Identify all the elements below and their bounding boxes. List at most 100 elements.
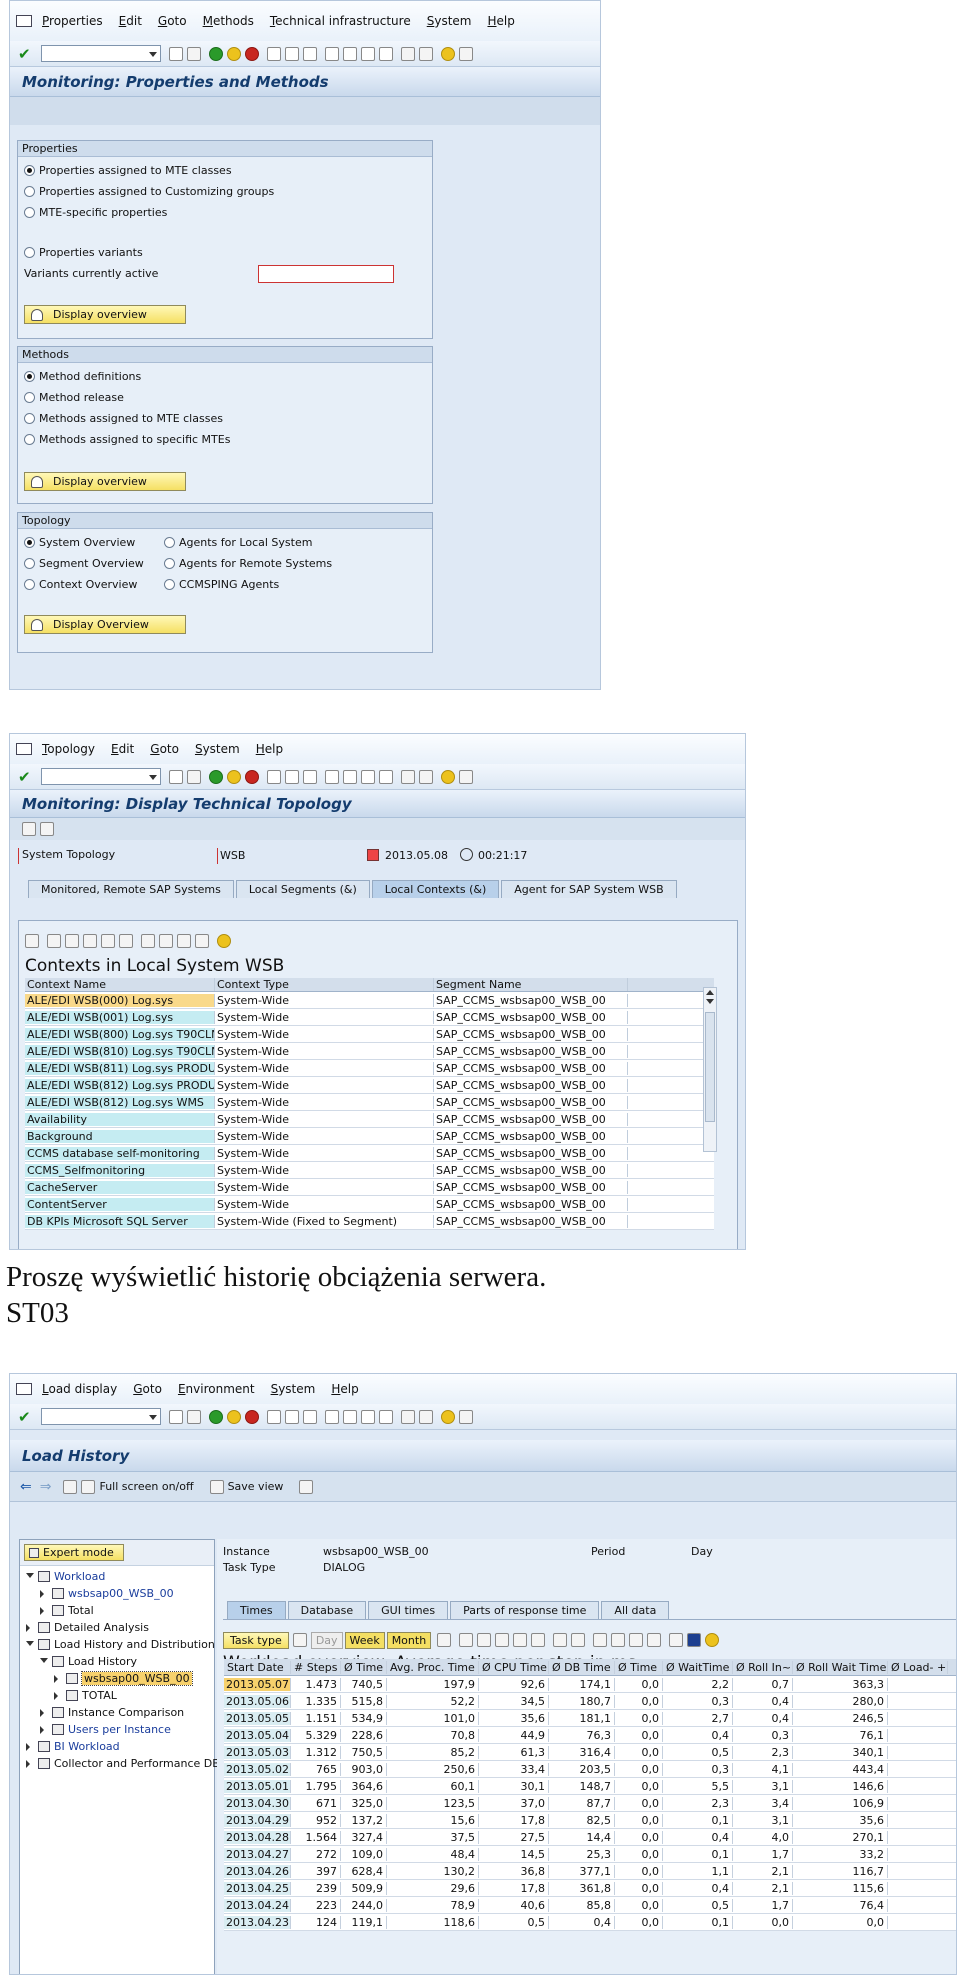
table-cell[interactable]: 0,0: [615, 1728, 663, 1742]
table-cell[interactable]: SAP_CCMS_wsbsap00_WSB_00: [434, 1112, 628, 1126]
table-cell[interactable]: System-Wide: [215, 1027, 434, 1041]
table-cell[interactable]: 197,9: [387, 1677, 479, 1691]
table-cell[interactable]: SAP_CCMS_wsbsap00_WSB_00: [434, 1129, 628, 1143]
table-cell[interactable]: 2,2: [663, 1677, 733, 1691]
table-cell[interactable]: 203,5: [549, 1762, 615, 1776]
table-cell[interactable]: 246,5: [793, 1711, 888, 1725]
col-start-date[interactable]: Start Date: [224, 1660, 291, 1674]
table-cell[interactable]: ALE/EDI WSB(001) Log.sys: [25, 1010, 215, 1024]
table-cell[interactable]: System-Wide: [215, 1061, 434, 1075]
table-cell[interactable]: 3,4: [733, 1796, 793, 1810]
save-view-button[interactable]: Save view: [228, 1480, 284, 1493]
table-cell[interactable]: 0,3: [733, 1728, 793, 1742]
tab-all-data[interactable]: All data: [601, 1601, 670, 1619]
vertical-scrollbar[interactable]: [703, 987, 717, 1152]
back-green-icon[interactable]: [208, 46, 223, 61]
prev-page-icon[interactable]: [342, 1409, 357, 1424]
table-cell[interactable]: 628,4: [341, 1864, 387, 1878]
details-icon[interactable]: [25, 934, 39, 948]
col-cpu-time[interactable]: Ø CPU Time: [479, 1660, 549, 1674]
table-cell[interactable]: 2013.05.02: [224, 1762, 291, 1776]
table-cell[interactable]: 0,4: [549, 1915, 615, 1929]
table-cell[interactable]: 2013.04.24: [224, 1898, 291, 1912]
find-next-icon[interactable]: [302, 46, 317, 61]
table-cell[interactable]: 2013.05.04: [224, 1728, 291, 1742]
fullscreen-icon[interactable]: [81, 1479, 96, 1494]
details-icon[interactable]: [437, 1633, 452, 1647]
table-cell[interactable]: System-Wide: [215, 1112, 434, 1126]
menu-item[interactable]: Goto: [158, 14, 187, 28]
menu-item[interactable]: Help: [256, 742, 283, 756]
table-row[interactable]: 2013.05.07 1.473 740,5 197,9 92,6 174,1 0,0 2,2…: [224, 1676, 956, 1693]
task-type-button[interactable]: Task type: [223, 1631, 289, 1649]
table-cell[interactable]: ALE/EDI WSB(000) Log.sys: [25, 993, 215, 1007]
table-cell[interactable]: 239: [291, 1881, 341, 1895]
table-cell[interactable]: SAP_CCMS_wsbsap00_WSB_00: [434, 993, 628, 1007]
table-cell[interactable]: 1.473: [291, 1677, 341, 1691]
tree-node[interactable]: BI Workload: [20, 1738, 214, 1755]
app-menu-icon[interactable]: [16, 743, 32, 755]
table-cell[interactable]: 270,1: [793, 1830, 888, 1844]
col-load[interactable]: Ø Load- +: [888, 1660, 948, 1674]
graphic-icon[interactable]: [705, 1633, 720, 1647]
table-cell[interactable]: 5.329: [291, 1728, 341, 1742]
layout-icon[interactable]: [458, 769, 473, 784]
table-cell[interactable]: 0,5: [479, 1915, 549, 1929]
table-cell[interactable]: 0,0: [615, 1864, 663, 1878]
table-cell[interactable]: 0,4: [733, 1711, 793, 1725]
table-cell[interactable]: System-Wide: [215, 1129, 434, 1143]
tree-node[interactable]: Load History: [20, 1653, 214, 1670]
table-cell[interactable]: 0,1: [663, 1915, 733, 1929]
print-icon[interactable]: [266, 769, 281, 784]
table-cell[interactable]: SAP_CCMS_wsbsap00_WSB_00: [434, 1163, 628, 1177]
table-cell[interactable]: 1.795: [291, 1779, 341, 1793]
table-cell[interactable]: 0,5: [663, 1898, 733, 1912]
radio-agents-local[interactable]: Agents for Local System: [158, 532, 332, 553]
export-icon[interactable]: [629, 1633, 644, 1647]
table-cell[interactable]: System-Wide: [215, 1010, 434, 1024]
col-avg-proc-time[interactable]: Avg. Proc. Time: [387, 1660, 479, 1674]
table-row[interactable]: 2013.05.05 1.151 534,9 101,0 35,6 181,1 0,0 2,7…: [224, 1710, 956, 1727]
menu-item[interactable]: Goto: [133, 1382, 162, 1396]
properties-display-overview-button[interactable]: Display overview: [24, 305, 186, 324]
radio-button[interactable]: [24, 558, 35, 569]
table-cell[interactable]: 0,1: [663, 1813, 733, 1827]
table-cell[interactable]: 15,6: [387, 1813, 479, 1827]
table-cell[interactable]: 1.151: [291, 1711, 341, 1725]
app-menu-icon[interactable]: [16, 15, 32, 27]
table-cell[interactable]: 123,5: [387, 1796, 479, 1810]
back-green-icon[interactable]: [208, 769, 223, 784]
radio-button[interactable]: [24, 579, 35, 590]
filter-icon[interactable]: [119, 934, 133, 948]
table-row[interactable]: 2013.05.01 1.795 364,6 60,1 30,1 148,7 0,0 5,5 3…: [224, 1778, 956, 1795]
topology-display-overview-button[interactable]: Display Overview: [24, 615, 186, 634]
table-cell[interactable]: 92,6: [479, 1677, 549, 1691]
menu-item[interactable]: System: [195, 742, 240, 756]
copy-icon[interactable]: [292, 1633, 307, 1647]
table-cell[interactable]: 85,8: [549, 1898, 615, 1912]
table-cell[interactable]: 2013.04.25: [224, 1881, 291, 1895]
table-row[interactable]: 2013.05.04 5.329 228,6 70,8 44,9 76,3 0,0 0,4 0,…: [224, 1727, 956, 1744]
table-cell[interactable]: Availability: [25, 1112, 215, 1126]
table-cell[interactable]: CCMS_Selfmonitoring: [25, 1163, 215, 1177]
command-field[interactable]: [40, 45, 161, 62]
table-cell[interactable]: ALE/EDI WSB(810) Log.sys T90CLN_: [25, 1044, 215, 1058]
table-cell[interactable]: 0,0: [615, 1915, 663, 1929]
col-wait-time[interactable]: Ø WaitTime: [663, 1660, 733, 1674]
radio-system-overview[interactable]: System Overview: [18, 532, 158, 553]
radio-button[interactable]: [24, 371, 35, 382]
chart-icon[interactable]: [669, 1633, 684, 1647]
table-cell[interactable]: 0,0: [615, 1711, 663, 1725]
table-cell[interactable]: System-Wide: [215, 1095, 434, 1109]
table-cell[interactable]: 0,1: [663, 1847, 733, 1861]
new-session-icon[interactable]: [400, 46, 415, 61]
table-cell[interactable]: 0,0: [615, 1796, 663, 1810]
table-cell[interactable]: 361,8: [549, 1881, 615, 1895]
table-cell[interactable]: 76,4: [793, 1898, 888, 1912]
table-cell[interactable]: 0,5: [663, 1745, 733, 1759]
table-cell[interactable]: 364,6: [341, 1779, 387, 1793]
table-cell[interactable]: SAP_CCMS_wsbsap00_WSB_00: [434, 1010, 628, 1024]
prev-page-icon[interactable]: [342, 46, 357, 61]
menu-item[interactable]: System: [271, 1382, 316, 1396]
table-row[interactable]: ALE/EDI WSB(810) Log.sys T90CLN_ System-W…: [25, 1043, 714, 1060]
